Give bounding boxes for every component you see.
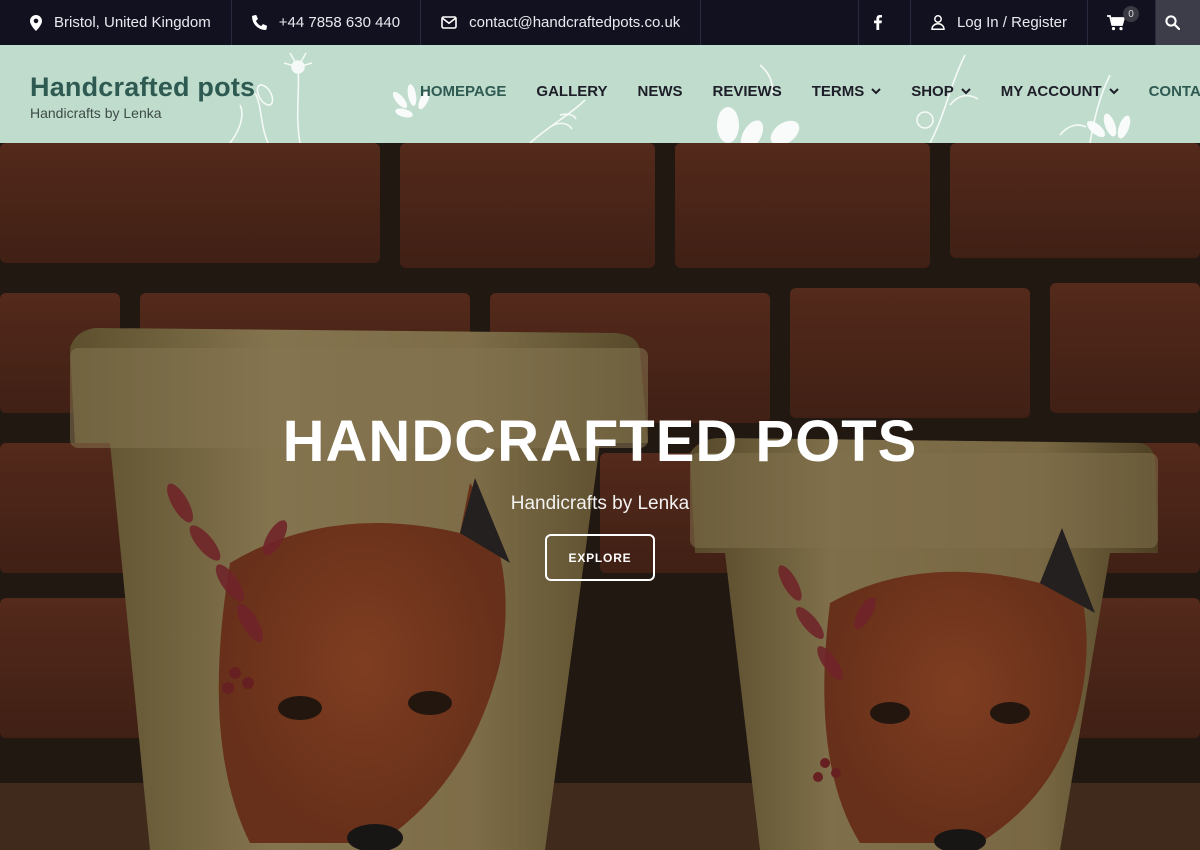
chevron-down-icon[interactable] [1108, 88, 1119, 95]
nav-my-account[interactable]: MY ACCOUNT [986, 83, 1134, 100]
chevron-down-icon[interactable] [961, 88, 971, 95]
nav-contact[interactable]: CONTACT [1134, 83, 1200, 100]
email-info[interactable]: contact@handcraftedpots.co.uk [421, 0, 702, 45]
map-pin-icon [30, 14, 42, 31]
nav-homepage[interactable]: HOMEPAGE [405, 83, 521, 100]
nav-my-account-label[interactable]: MY ACCOUNT [1001, 83, 1102, 100]
site-tagline: Handicrafts by Lenka [30, 105, 162, 121]
phone-icon [251, 15, 267, 30]
site-title[interactable]: Handcrafted pots [30, 71, 255, 103]
chevron-down-icon[interactable] [871, 88, 881, 95]
user-icon [931, 15, 945, 30]
search-icon [1164, 15, 1180, 30]
hero-banner: HANDCRAFTED POTS Handicrafts by Lenka EX… [0, 143, 1200, 850]
nav-gallery-label[interactable]: GALLERY [536, 83, 607, 100]
nav-reviews[interactable]: REVIEWS [698, 83, 797, 100]
location-text: Bristol, United Kingdom [54, 14, 211, 31]
email-text[interactable]: contact@handcraftedpots.co.uk [469, 14, 680, 31]
nav-terms-label[interactable]: TERMS [812, 83, 865, 100]
explore-button[interactable]: EXPLORE [545, 534, 655, 581]
facebook-icon [874, 15, 883, 30]
top-info-bar: Bristol, United Kingdom +44 7858 630 440… [0, 0, 1200, 45]
nav-shop[interactable]: SHOP [896, 83, 986, 100]
facebook-link[interactable] [857, 0, 910, 45]
phone-info[interactable]: +44 7858 630 440 [232, 0, 422, 45]
main-navigation: HOMEPAGE GALLERY NEWS REVIEWS TERMS SHOP… [405, 83, 1200, 100]
nav-homepage-label[interactable]: HOMEPAGE [420, 83, 506, 100]
login-text[interactable]: Log In / Register [957, 14, 1067, 31]
envelope-icon [441, 16, 457, 29]
cart-count-badge: 0 [1123, 6, 1139, 22]
phone-text[interactable]: +44 7858 630 440 [279, 14, 400, 31]
hero-subtitle: Handicrafts by Lenka [510, 493, 690, 514]
site-header: Handcrafted pots Handicrafts by Lenka HO… [0, 45, 1200, 143]
nav-news[interactable]: NEWS [623, 83, 698, 100]
hero-title: HANDCRAFTED POTS [282, 409, 918, 474]
nav-terms[interactable]: TERMS [797, 83, 897, 100]
login-register-link[interactable]: Log In / Register [909, 0, 1087, 45]
location-info: Bristol, United Kingdom [0, 0, 232, 45]
nav-reviews-label[interactable]: REVIEWS [713, 83, 782, 100]
nav-news-label[interactable]: NEWS [638, 83, 683, 100]
nav-shop-label[interactable]: SHOP [911, 83, 954, 100]
contact-info-group: Bristol, United Kingdom +44 7858 630 440… [0, 0, 702, 45]
nav-contact-label[interactable]: CONTACT [1149, 83, 1200, 100]
search-button[interactable] [1155, 0, 1200, 45]
account-group: Log In / Register 0 [857, 0, 1200, 45]
site-branding[interactable]: Handcrafted pots Handicrafts by Lenka [30, 71, 255, 121]
cart-button[interactable]: 0 [1087, 0, 1155, 45]
cart-icon [1106, 14, 1125, 30]
nav-gallery[interactable]: GALLERY [521, 83, 622, 100]
